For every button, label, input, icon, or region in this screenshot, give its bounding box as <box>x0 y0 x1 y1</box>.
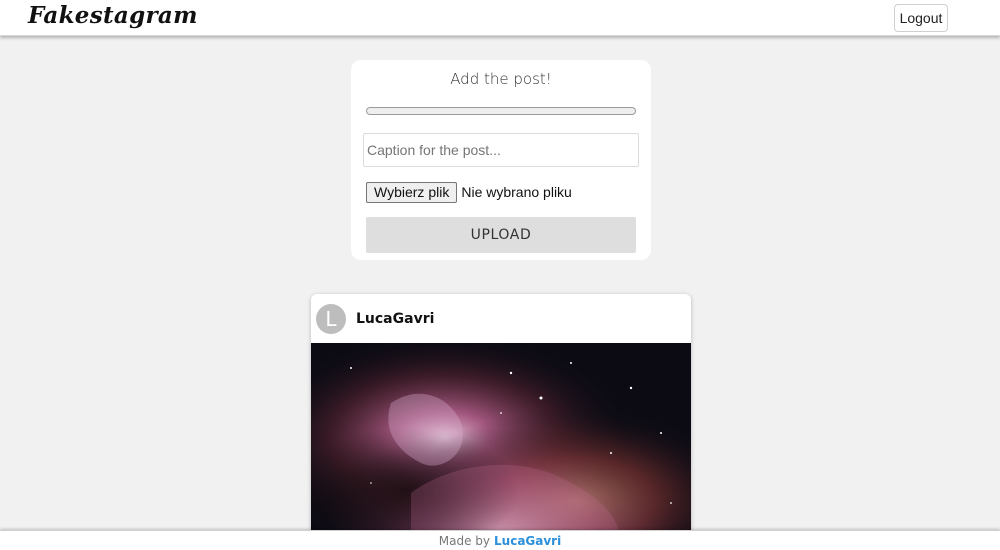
file-status-text: Nie wybrano pliku <box>461 184 572 200</box>
post-image <box>311 343 691 550</box>
top-navbar: Fakestagram Logout <box>0 0 1000 36</box>
post-header: L LucaGavri <box>311 294 691 343</box>
add-post-card: Add the post! Wybierz plik Nie wybrano p… <box>351 60 651 260</box>
footer-made-by: Made by <box>438 533 491 548</box>
upload-progress-bar <box>366 107 636 115</box>
post-username[interactable]: LucaGavri <box>356 311 434 327</box>
add-post-title: Add the post! <box>450 70 552 88</box>
logout-button[interactable]: Logout <box>894 4 948 32</box>
footer-author-link[interactable]: LucaGavri <box>494 534 561 548</box>
file-picker: Wybierz plik Nie wybrano pliku <box>366 181 572 203</box>
post-card: L LucaGavri <box>311 294 691 550</box>
caption-input[interactable] <box>363 133 639 167</box>
upload-button[interactable]: UPLOAD <box>366 217 636 253</box>
avatar[interactable]: L <box>316 304 346 334</box>
nebula-image-icon <box>311 343 691 550</box>
app-logo[interactable]: Fakestagram <box>28 2 198 29</box>
choose-file-button[interactable]: Wybierz plik <box>366 181 458 203</box>
footer: Made by LucaGavri <box>0 530 1000 550</box>
